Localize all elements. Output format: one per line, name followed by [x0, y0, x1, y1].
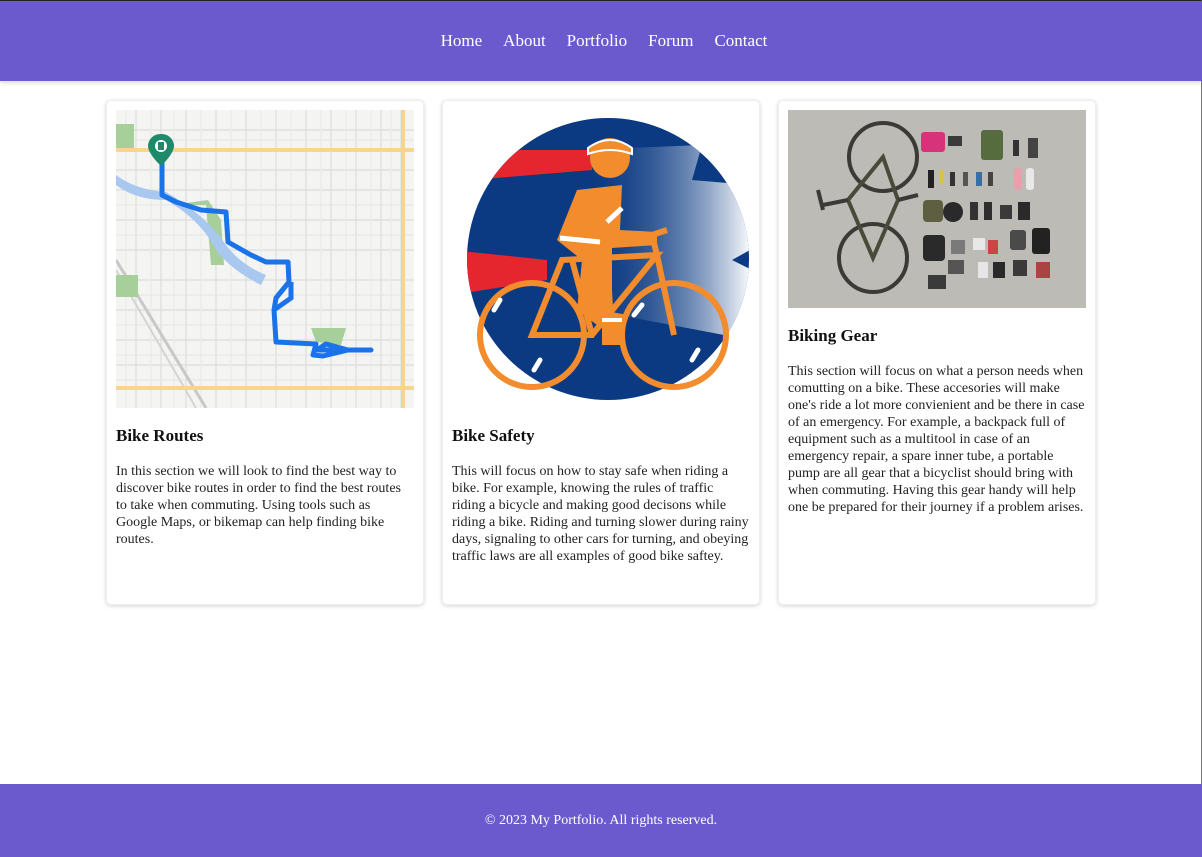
map-route-image	[116, 110, 414, 408]
nav-forum-link[interactable]: Forum	[648, 31, 693, 51]
card-grid: Bike Routes In this section we will look…	[106, 100, 1096, 605]
card-title: Bike Routes	[116, 426, 204, 445]
nav-contact-link[interactable]: Contact	[714, 31, 767, 51]
card-text: In this section we will look to find the…	[116, 464, 401, 547]
card-title: Bike Safety	[452, 426, 535, 445]
nav-portfolio-link[interactable]: Portfolio	[567, 31, 627, 51]
site-header: Home About Portfolio Forum Contact	[0, 1, 1202, 81]
main-nav: Home About Portfolio Forum Contact	[441, 31, 768, 51]
card-text: This section will focus on what a person…	[788, 364, 1085, 515]
nav-about-link[interactable]: About	[503, 31, 546, 51]
biking-gear-photo	[788, 110, 1086, 308]
site-footer: © 2023 My Portfolio. All rights reserved…	[0, 784, 1202, 857]
card-bike-safety: Bike Safety This will focus on how to st…	[442, 100, 760, 605]
card-biking-gear: Biking Gear This section will focus on w…	[778, 100, 1096, 605]
card-title: Biking Gear	[788, 326, 878, 345]
bike-safety-illustration	[452, 110, 750, 408]
nav-home-link[interactable]: Home	[441, 31, 483, 51]
copyright-text: © 2023 My Portfolio. All rights reserved…	[484, 813, 718, 828]
card-bike-routes: Bike Routes In this section we will look…	[106, 100, 424, 605]
card-text: This will focus on how to stay safe when…	[452, 464, 749, 564]
